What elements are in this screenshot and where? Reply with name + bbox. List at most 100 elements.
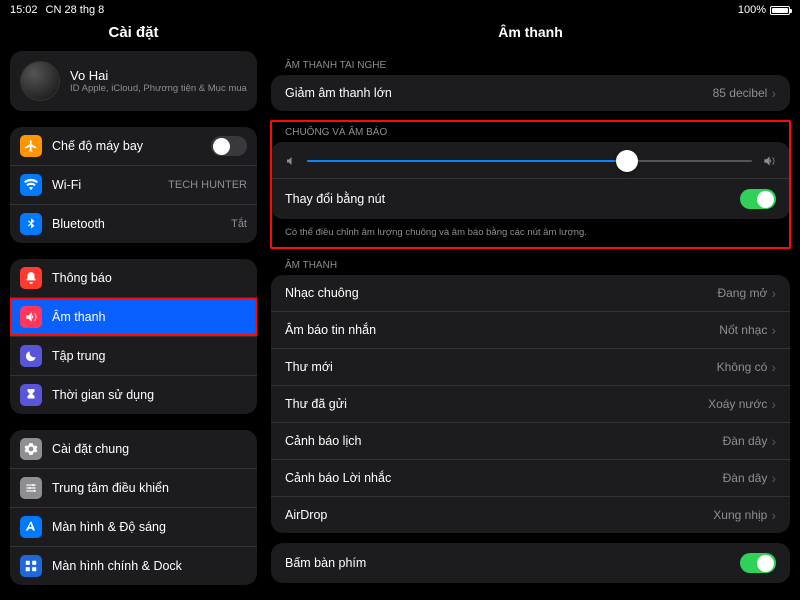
airdrop-value: Xung nhịp <box>713 508 767 522</box>
bluetooth-label: Bluetooth <box>52 217 231 231</box>
focus-label: Tập trung <box>52 349 247 363</box>
reminder-alert-label: Cảnh báo Lời nhắc <box>285 471 723 485</box>
wifi-icon <box>20 174 42 196</box>
row-airdrop[interactable]: AirDrop Xung nhịp › <box>271 496 790 533</box>
sidebar-item-screentime[interactable]: Thời gian sử dụng <box>10 375 257 414</box>
volume-low-icon <box>285 155 297 167</box>
sidebar-item-focus[interactable]: Tập trung <box>10 336 257 375</box>
profile-sub: ID Apple, iCloud, Phương tiện & Mục mua <box>70 83 247 94</box>
reminder-alert-value: Đàn dây <box>723 471 768 485</box>
gear-icon <box>20 438 42 460</box>
sidebar-group-attention: Thông báo Âm thanh Tập trung Thời gian s… <box>10 259 257 414</box>
row-change-with-buttons[interactable]: Thay đổi bằng nút <box>271 178 790 219</box>
battery-percent: 100% <box>738 4 766 16</box>
chevron-right-icon: › <box>771 285 776 301</box>
ringer-footer: Có thể điều chỉnh âm lượng chuông và âm … <box>271 223 790 244</box>
calendar-alert-value: Đàn dây <box>723 434 768 448</box>
headphone-section-header: ÂM THANH TAI NGHE <box>271 54 790 75</box>
sidebar-group-general: Cài đặt chung Trung tâm điều khiển Màn h… <box>10 430 257 585</box>
change-buttons-label: Thay đổi bằng nút <box>285 192 740 206</box>
chevron-right-icon: › <box>771 359 776 375</box>
notifications-label: Thông báo <box>52 271 247 285</box>
screentime-label: Thời gian sử dụng <box>52 388 247 402</box>
slider-knob[interactable] <box>616 150 638 172</box>
speaker-icon <box>20 306 42 328</box>
row-ringtone[interactable]: Nhạc chuông Đang mở › <box>271 275 790 311</box>
sidebar-item-notifications[interactable]: Thông báo <box>10 259 257 297</box>
new-mail-label: Thư mới <box>285 360 717 374</box>
ringer-volume-row <box>271 142 790 178</box>
home-label: Màn hình chính & Dock <box>52 559 247 573</box>
ringtone-value: Đang mở <box>717 286 767 300</box>
row-keyboard-clicks[interactable]: Bấm bàn phím <box>271 543 790 583</box>
row-reminder-alert[interactable]: Cảnh báo Lời nhắc Đàn dây › <box>271 459 790 496</box>
moon-icon <box>20 345 42 367</box>
chevron-right-icon: › <box>771 470 776 486</box>
airplane-toggle[interactable] <box>211 136 247 156</box>
chevron-right-icon: › <box>771 396 776 412</box>
hourglass-icon <box>20 384 42 406</box>
sidebar-item-sounds[interactable]: Âm thanh <box>10 297 257 336</box>
row-text-tone[interactable]: Âm báo tin nhắn Nốt nhạc › <box>271 311 790 348</box>
text-tone-label: Âm báo tin nhắn <box>285 323 719 337</box>
wifi-label: Wi-Fi <box>52 178 168 192</box>
row-sent-mail[interactable]: Thư đã gửi Xoáy nước › <box>271 385 790 422</box>
avatar <box>20 61 60 101</box>
sidebar-item-wifi[interactable]: Wi-Fi TECH HUNTER <box>10 165 257 204</box>
keyboard-toggle[interactable] <box>740 553 776 573</box>
chevron-right-icon: › <box>771 433 776 449</box>
status-time: 15:02 <box>10 4 38 16</box>
sent-mail-label: Thư đã gửi <box>285 397 708 411</box>
headphone-group: Giảm âm thanh lớn 85 decibel › <box>271 75 790 111</box>
sidebar: Cài đặt Vo Hai ID Apple, iCloud, Phương … <box>0 20 265 600</box>
text-size-icon <box>20 516 42 538</box>
ringer-volume-slider[interactable] <box>307 160 752 163</box>
volume-high-icon <box>762 154 776 168</box>
status-bar: 15:02 CN 28 thg 8 100% <box>0 0 800 20</box>
airdrop-label: AirDrop <box>285 508 713 522</box>
sidebar-item-display[interactable]: Màn hình & Độ sáng <box>10 507 257 546</box>
sidebar-item-control-center[interactable]: Trung tâm điều khiển <box>10 468 257 507</box>
control-label: Trung tâm điều khiển <box>52 481 247 495</box>
airplane-label: Chế độ máy bay <box>52 139 211 153</box>
row-new-mail[interactable]: Thư mới Không có › <box>271 348 790 385</box>
keyboard-group: Bấm bàn phím <box>271 543 790 583</box>
bluetooth-detail: Tắt <box>231 218 247 230</box>
text-tone-value: Nốt nhạc <box>719 323 767 337</box>
new-mail-value: Không có <box>717 360 768 374</box>
sidebar-item-bluetooth[interactable]: Bluetooth Tắt <box>10 204 257 243</box>
status-date: CN 28 thg 8 <box>46 4 105 16</box>
ringer-section: CHUÔNG VÀ ÂM BÁO Thay đổi bằng nút Có th… <box>271 121 790 248</box>
ringer-section-header: CHUÔNG VÀ ÂM BÁO <box>271 121 790 142</box>
change-buttons-toggle[interactable] <box>740 189 776 209</box>
reduce-loud-detail: 85 decibel <box>713 86 768 100</box>
ringtone-label: Nhạc chuông <box>285 286 717 300</box>
row-calendar-alert[interactable]: Cảnh báo lịch Đàn dây › <box>271 422 790 459</box>
row-reduce-loud[interactable]: Giảm âm thanh lớn 85 decibel › <box>271 75 790 111</box>
wifi-detail: TECH HUNTER <box>168 179 247 191</box>
display-label: Màn hình & Độ sáng <box>52 520 247 534</box>
grid-icon <box>20 555 42 577</box>
airplane-icon <box>20 135 42 157</box>
sounds-group: Nhạc chuông Đang mở › Âm báo tin nhắn Nố… <box>271 275 790 533</box>
bell-icon <box>20 267 42 289</box>
battery-icon <box>770 6 790 15</box>
bluetooth-icon <box>20 213 42 235</box>
profile-card[interactable]: Vo Hai ID Apple, iCloud, Phương tiện & M… <box>10 51 257 111</box>
main-panel: Âm thanh ÂM THANH TAI NGHE Giảm âm thanh… <box>265 20 800 600</box>
sounds-section-header: ÂM THANH <box>271 254 790 275</box>
sliders-icon <box>20 477 42 499</box>
profile-name: Vo Hai <box>70 68 247 83</box>
main-title: Âm thanh <box>271 24 790 40</box>
chevron-right-icon: › <box>771 507 776 523</box>
ringer-group: Thay đổi bằng nút <box>271 142 790 219</box>
sidebar-group-connectivity: Chế độ máy bay Wi-Fi TECH HUNTER Bluetoo… <box>10 127 257 243</box>
sidebar-item-home[interactable]: Màn hình chính & Dock <box>10 546 257 585</box>
sidebar-title: Cài đặt <box>10 24 257 41</box>
general-label: Cài đặt chung <box>52 442 247 456</box>
calendar-alert-label: Cảnh báo lịch <box>285 434 723 448</box>
sidebar-item-airplane[interactable]: Chế độ máy bay <box>10 127 257 165</box>
chevron-right-icon: › <box>771 85 776 101</box>
reduce-loud-label: Giảm âm thanh lớn <box>285 86 713 100</box>
sidebar-item-general[interactable]: Cài đặt chung <box>10 430 257 468</box>
